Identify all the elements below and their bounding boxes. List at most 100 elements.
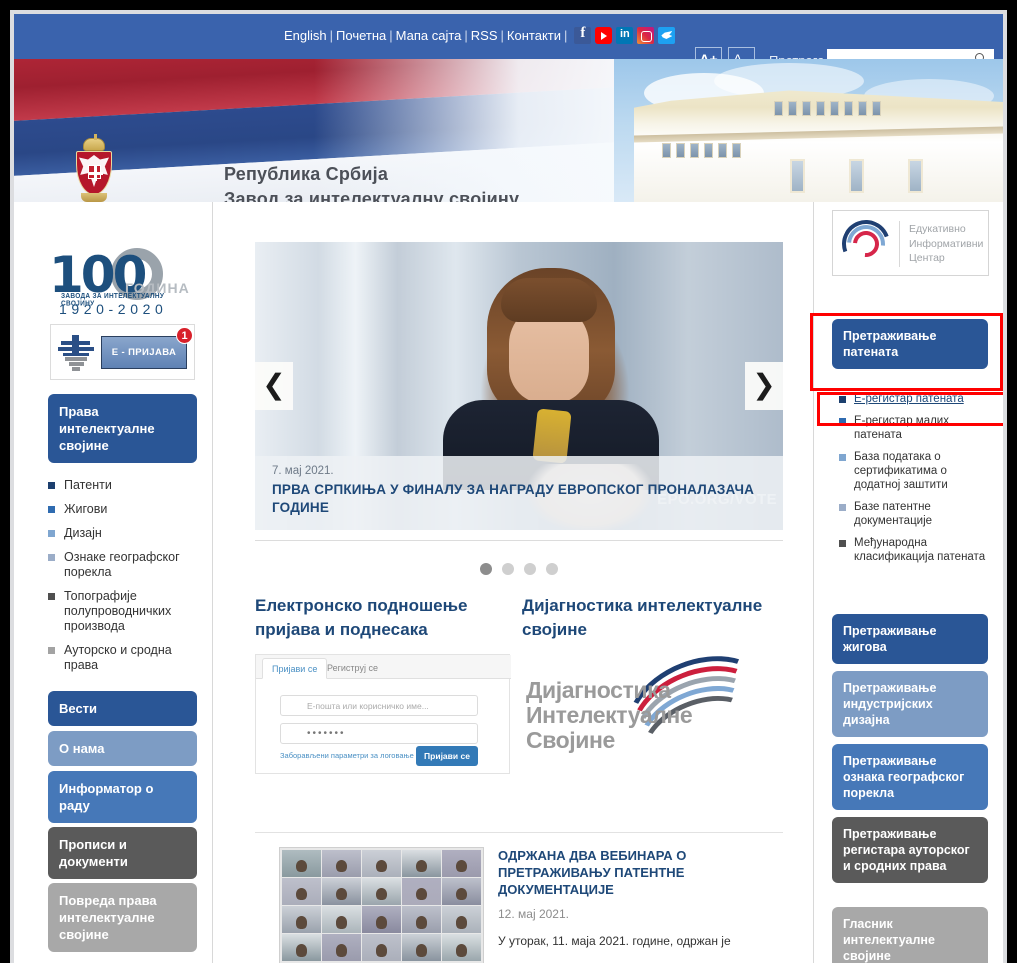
- sidebar-section-ip-rights[interactable]: Права интелектуалне својине: [48, 394, 197, 463]
- patent-search-subitem[interactable]: Базе патентне документације: [839, 500, 995, 528]
- eic-line-2: Информативни: [909, 237, 984, 250]
- crown-shape: [83, 134, 105, 151]
- news-date: 12. мај 2021.: [498, 907, 569, 921]
- sidebar-item-informator[interactable]: Информатор о раду: [48, 771, 197, 823]
- sidebar-ip-rights-list: Патенти Жигови Дизајн Ознаке географског по…: [48, 478, 203, 682]
- facebook-icon[interactable]: [574, 25, 592, 44]
- trademark-search-button[interactable]: Претраживање жигова: [832, 614, 988, 664]
- design-search-button[interactable]: Претраживање индустријских дизајна: [832, 671, 988, 737]
- chevron-right-icon[interactable]: ❯: [745, 362, 783, 410]
- eic-divider: [899, 221, 900, 267]
- banner-country-name: Република Србија: [224, 164, 389, 184]
- sidebar-item-propisi[interactable]: Прописи и документи: [48, 827, 197, 879]
- eprijava-widget[interactable]: Е - ПРИЈАВА 1: [50, 324, 195, 380]
- hero-carousel[interactable]: ❮ ❯ EPO.ORG/VOTE 7. мај 2021. ПРВА СРПКИ…: [255, 242, 783, 530]
- building-window-row: [662, 143, 741, 158]
- wordmark-line-2: Интелектуалне: [526, 702, 693, 728]
- top-link-english[interactable]: English: [284, 28, 327, 43]
- diagnostics-wordmark: Дијагностика Интелектуалне Својине: [526, 678, 693, 753]
- bullet-icon: [839, 417, 846, 425]
- webinar-participants-grid-photo[interactable]: [279, 847, 484, 963]
- link-separator: |: [329, 28, 334, 43]
- building-window: [676, 143, 685, 158]
- top-link-rss[interactable]: RSS: [471, 28, 498, 43]
- top-link-mapa-sajta[interactable]: Мапа сајта: [396, 28, 462, 43]
- carousel-dot[interactable]: [524, 563, 536, 575]
- sidebar-subitem[interactable]: Патенти: [48, 478, 203, 493]
- building-window-row: [790, 159, 923, 193]
- linkedin-icon[interactable]: [616, 27, 634, 44]
- bullet-icon: [839, 503, 846, 511]
- patent-search-subitem[interactable]: Међународна класификација патената: [839, 536, 995, 564]
- sidebar-subitem[interactable]: Ознаке географског порекла: [48, 550, 203, 580]
- carousel-pagination: [255, 562, 783, 580]
- instagram-icon[interactable]: [637, 27, 655, 44]
- patent-subitem-label: Е-регистар патената: [854, 393, 964, 405]
- patent-subitem-label: Међународна класификација патената: [854, 537, 986, 563]
- panel-diagnostics-heading: Дијагностика интелектуалне својине: [522, 596, 763, 639]
- thumbnail-cell: [322, 906, 361, 933]
- sidebar-item-vesti[interactable]: Вести: [48, 691, 197, 726]
- coat-of-arms-icon: [70, 134, 118, 202]
- carousel-dot[interactable]: [546, 563, 558, 575]
- link-separator: |: [564, 28, 568, 43]
- building-window: [849, 159, 864, 193]
- thumbnail-cell: [442, 850, 481, 877]
- patent-search-links: Е-регистар патената Е-регистар малих пате…: [839, 392, 995, 572]
- bullet-icon: [839, 539, 846, 547]
- bullet-icon: [48, 554, 55, 561]
- twitter-icon[interactable]: [658, 27, 676, 44]
- patent-search-subitem[interactable]: База података о сертификатима о додатној…: [839, 450, 995, 492]
- top-links: English | Почетна | Мапа сајта | RSS | Контакти |: [284, 25, 676, 44]
- chevron-left-icon[interactable]: ❮: [255, 362, 293, 410]
- password-field[interactable]: •••••••: [280, 723, 478, 744]
- carousel-caption[interactable]: 7. мај 2021. ПРВА СРПКИЊА У ФИНАЛУ ЗА НА…: [255, 456, 783, 530]
- news-title[interactable]: ОДРЖАНА ДВА ВЕБИНАРА О ПРЕТРАЖИВАЊУ ПАТЕ…: [498, 847, 783, 898]
- banner-office-name: Завод за интелектуалну својину: [224, 189, 520, 202]
- sidebar-subitem[interactable]: Топографије полупроводничких производа: [48, 589, 203, 634]
- bullet-icon: [839, 395, 846, 403]
- building-window: [718, 143, 727, 158]
- news-excerpt: У уторак, 11. маја 2021. године, одржан …: [498, 934, 731, 948]
- copyright-register-search-button[interactable]: Претраживање регистара ауторског и сродн…: [832, 817, 988, 883]
- patent-subitem-label: База података о сертификатима о додатној…: [854, 451, 948, 491]
- tab-register[interactable]: Региструј се: [318, 658, 387, 679]
- carousel-dot[interactable]: [502, 563, 514, 575]
- carousel-title[interactable]: ПРВА СРПКИЊА У ФИНАЛУ ЗА НАГРАДУ ЕВРОПСК…: [272, 481, 783, 517]
- patent-search-subitem[interactable]: Е-регистар малих патената: [839, 414, 995, 442]
- geo-indication-search-button[interactable]: Претраживање ознака географског порекла: [832, 744, 988, 810]
- top-link-pocetna[interactable]: Почетна: [336, 28, 386, 43]
- patent-subitem-label: Базе патентне документације: [854, 501, 933, 527]
- username-field[interactable]: Е-пошта или корисничко име...: [280, 695, 478, 716]
- login-tabstrip: Пријави се Региструј се: [256, 655, 511, 679]
- sidebar-subitem[interactable]: Дизајн: [48, 526, 203, 541]
- glasnik-button[interactable]: Гласник интелектуалне својине: [832, 907, 988, 963]
- top-link-kontakti[interactable]: Контакти: [507, 28, 561, 43]
- panel-e-filing: Електронско подношење пријава и поднесак…: [255, 594, 513, 774]
- cross-shape: [88, 165, 103, 181]
- login-submit-button[interactable]: Пријави се: [416, 746, 478, 766]
- patent-search-button[interactable]: Претраживање патената: [832, 319, 988, 369]
- youtube-icon[interactable]: [595, 27, 613, 44]
- eic-line-1: Едукативно: [909, 223, 966, 235]
- sidebar-item-povreda-prava[interactable]: Повреда права интелектуалне својине: [48, 883, 197, 952]
- bullet-icon: [48, 647, 55, 654]
- sidebar-subitem[interactable]: Жигови: [48, 502, 203, 517]
- eic-line-3: Центар: [909, 252, 945, 264]
- sidebar-item-o-nama[interactable]: О нама: [48, 731, 197, 766]
- sidebar-subitem-label: Топографије полупроводничких производа: [64, 589, 172, 633]
- eic-banner[interactable]: Едукативно Информативни Центар: [832, 210, 989, 276]
- thumbnail-cell: [362, 878, 401, 905]
- sidebar-subitem[interactable]: Ауторско и сродна права: [48, 643, 203, 673]
- thumbnail-cell: [362, 934, 401, 961]
- eprijava-button[interactable]: Е - ПРИЈАВА: [101, 336, 187, 369]
- e-registar-patenata-link[interactable]: Е-регистар патената: [839, 392, 995, 406]
- carousel-dot[interactable]: [480, 563, 492, 575]
- diagnostics-swoosh-logo[interactable]: Дијагностика Интелектуалне Својине: [522, 635, 789, 792]
- thumbnail-cell: [322, 850, 361, 877]
- thumbnail-cell: [442, 878, 481, 905]
- browser-viewport: English | Почетна | Мапа сајта | RSS | Контакти |…: [14, 14, 1003, 963]
- eic-spiral-logo: [834, 212, 898, 276]
- forgot-password-link[interactable]: Заборављени параметри за логовање: [280, 751, 414, 760]
- building-window: [732, 143, 741, 158]
